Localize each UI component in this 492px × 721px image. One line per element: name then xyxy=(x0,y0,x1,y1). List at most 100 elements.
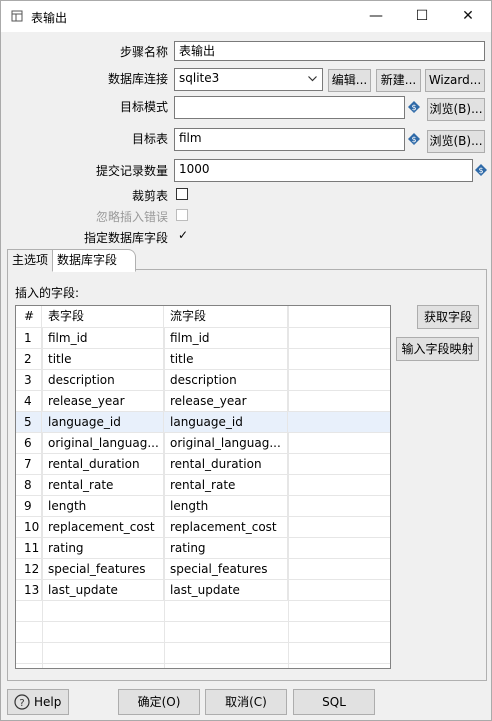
commit-size-label: 提交记录数量 xyxy=(95,164,168,178)
fields-table[interactable]: # 表字段 流字段 1 film_id film_id 2 title title 3 des… xyxy=(15,305,391,669)
column-header-table-field[interactable]: 表字段 xyxy=(42,306,164,327)
get-fields-button[interactable]: 获取字段 xyxy=(417,305,479,329)
table-row[interactable]: 13 last_update last_update xyxy=(16,580,390,601)
chevron-down-icon xyxy=(308,76,317,82)
table-row[interactable]: 4 release_year release_year xyxy=(16,391,390,412)
target-table-input[interactable]: film xyxy=(174,128,405,151)
variable-icon: $ xyxy=(408,101,420,113)
specify-fields-label: 指定数据库字段 xyxy=(83,231,168,245)
index-cell: 13 xyxy=(16,580,42,601)
sql-button[interactable]: SQL xyxy=(293,689,375,715)
table-field-cell[interactable]: rental_rate xyxy=(42,475,164,496)
ignore-errors-label: 忽略插入错误 xyxy=(95,210,168,224)
table-field-cell[interactable]: language_id xyxy=(42,412,164,433)
index-cell: 3 xyxy=(16,370,42,391)
index-cell: 8 xyxy=(16,475,42,496)
title-bar: 表输出 — ☐ ✕ xyxy=(1,1,491,32)
svg-text:$: $ xyxy=(411,135,416,144)
table-output-icon xyxy=(11,10,23,22)
browse-table-button[interactable]: 浏览(B)... xyxy=(427,130,485,153)
connection-value: sqlite3 xyxy=(179,71,220,85)
empty-row xyxy=(16,643,390,664)
table-field-cell[interactable]: description xyxy=(42,370,164,391)
stream-field-cell[interactable]: original_languag... xyxy=(164,433,288,454)
enter-field-mapping-button[interactable]: 输入字段映射 xyxy=(396,337,479,361)
ignore-errors-checkbox[interactable] xyxy=(176,209,188,221)
step-name-input[interactable]: 表输出 xyxy=(174,41,485,61)
stream-field-cell[interactable]: description xyxy=(164,370,288,391)
close-button[interactable]: ✕ xyxy=(445,1,491,32)
table-field-cell[interactable]: rating xyxy=(42,538,164,559)
connection-select[interactable]: sqlite3 xyxy=(174,68,323,91)
schema-label: 目标模式 xyxy=(119,100,168,114)
stream-field-cell[interactable]: language_id xyxy=(164,412,288,433)
minimize-button[interactable]: — xyxy=(353,1,399,32)
table-field-cell[interactable]: replacement_cost xyxy=(42,517,164,538)
commit-size-input[interactable]: 1000 xyxy=(174,159,473,182)
index-cell: 4 xyxy=(16,391,42,412)
index-cell: 7 xyxy=(16,454,42,475)
stream-field-cell[interactable]: rental_duration xyxy=(164,454,288,475)
table-row[interactable]: 6 original_languag... original_languag... xyxy=(16,433,390,454)
table-row[interactable]: 7 rental_duration rental_duration xyxy=(16,454,390,475)
edit-connection-button[interactable]: 编辑... xyxy=(328,69,371,92)
dialog-window: 表输出 — ☐ ✕ 步骤名称 表输出 数据库连接 sqlite3 编辑... 新… xyxy=(0,0,492,721)
table-field-cell[interactable]: film_id xyxy=(42,328,164,349)
cancel-button[interactable]: 取消(C) xyxy=(205,689,287,715)
stream-field-cell[interactable]: rental_rate xyxy=(164,475,288,496)
help-icon: ? xyxy=(14,694,30,710)
table-field-cell[interactable]: special_features xyxy=(42,559,164,580)
truncate-table-label: 裁剪表 xyxy=(131,189,168,203)
table-row[interactable]: 10 replacement_cost replacement_cost xyxy=(16,517,390,538)
browse-schema-button[interactable]: 浏览(B)... xyxy=(427,98,485,121)
variable-icon: $ xyxy=(475,164,487,176)
table-row[interactable]: 12 special_features special_features xyxy=(16,559,390,580)
empty-row xyxy=(16,601,390,622)
help-button[interactable]: ? Help xyxy=(7,689,69,715)
table-header: # 表字段 流字段 xyxy=(16,306,390,328)
svg-text:$: $ xyxy=(478,166,483,175)
index-cell: 6 xyxy=(16,433,42,454)
stream-field-cell[interactable]: last_update xyxy=(164,580,288,601)
stream-field-cell[interactable]: film_id xyxy=(164,328,288,349)
column-header-index[interactable]: # xyxy=(16,306,42,327)
column-header-stream-field[interactable]: 流字段 xyxy=(164,306,288,327)
table-field-cell[interactable]: original_languag... xyxy=(42,433,164,454)
insert-fields-label: 插入的字段: xyxy=(15,286,80,300)
table-row[interactable]: 1 film_id film_id xyxy=(16,328,390,349)
table-row[interactable]: 9 length length xyxy=(16,496,390,517)
table-field-cell[interactable]: length xyxy=(42,496,164,517)
variable-icon: $ xyxy=(408,133,420,145)
table-field-cell[interactable]: last_update xyxy=(42,580,164,601)
stream-field-cell[interactable]: release_year xyxy=(164,391,288,412)
table-field-cell[interactable]: release_year xyxy=(42,391,164,412)
truncate-table-checkbox[interactable] xyxy=(176,188,188,200)
table-row[interactable]: 3 description description xyxy=(16,370,390,391)
index-cell: 2 xyxy=(16,349,42,370)
table-row[interactable]: 2 title title xyxy=(16,349,390,370)
stream-field-cell[interactable]: replacement_cost xyxy=(164,517,288,538)
target-table-label: 目标表 xyxy=(131,132,168,146)
tab-main-options[interactable]: 主选项 xyxy=(7,249,54,270)
index-cell: 12 xyxy=(16,559,42,580)
table-row[interactable]: 5 language_id language_id xyxy=(16,412,390,433)
help-label: Help xyxy=(34,695,62,709)
wizard-button[interactable]: Wizard... xyxy=(425,69,485,92)
ok-button[interactable]: 确定(O) xyxy=(118,689,200,715)
stream-field-cell[interactable]: rating xyxy=(164,538,288,559)
connection-label: 数据库连接 xyxy=(107,72,168,86)
table-field-cell[interactable]: rental_duration xyxy=(42,454,164,475)
table-row[interactable]: 8 rental_rate rental_rate xyxy=(16,475,390,496)
stream-field-cell[interactable]: special_features xyxy=(164,559,288,580)
step-name-label: 步骤名称 xyxy=(119,45,168,59)
table-field-cell[interactable]: title xyxy=(42,349,164,370)
maximize-button[interactable]: ☐ xyxy=(399,1,445,32)
stream-field-cell[interactable]: length xyxy=(164,496,288,517)
stream-field-cell[interactable]: title xyxy=(164,349,288,370)
table-row[interactable]: 11 rating rating xyxy=(16,538,390,559)
tab-database-fields[interactable]: 数据库字段 xyxy=(52,249,137,272)
schema-input[interactable] xyxy=(174,96,405,119)
svg-text:?: ? xyxy=(19,698,24,709)
specify-fields-checkbox[interactable]: ✓ xyxy=(178,228,188,242)
new-connection-button[interactable]: 新建... xyxy=(376,69,421,92)
